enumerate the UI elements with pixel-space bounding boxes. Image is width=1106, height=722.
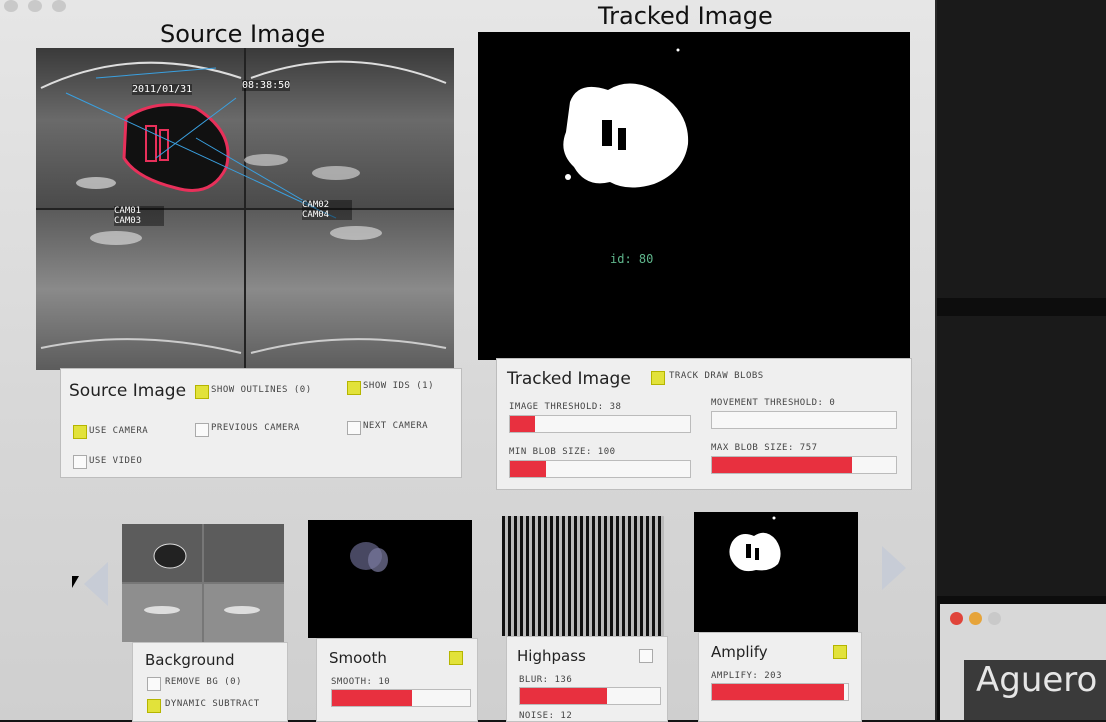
image-threshold-label: IMAGE THRESHOLD: 38 <box>509 402 622 412</box>
source-image-panel: Source Image SHOW OUTLINES (0) SHOW IDS … <box>60 368 462 478</box>
background-filter-thumbnail[interactable] <box>122 524 284 642</box>
track-draw-blobs-label: TRACK DRAW BLOBS <box>669 371 764 381</box>
slider-fill <box>520 688 607 704</box>
tracked-image-heading: Tracked Image <box>598 2 773 30</box>
slider-fill <box>712 457 852 473</box>
source-image-view[interactable]: 2011/01/31 08:38:50 CAM01 CAM03 CAM02 CA… <box>36 48 454 370</box>
slider-fill <box>332 690 413 706</box>
close-window-button[interactable] <box>4 0 18 12</box>
min-blob-size-slider[interactable] <box>509 460 691 478</box>
tracking-app-window: Source Image Tracked Image 2011/01/31 08… <box>0 0 937 722</box>
smooth-slider-label: SMOOTH: 10 <box>331 677 391 687</box>
min-blob-size-label: MIN BLOB SIZE: 100 <box>509 447 616 457</box>
previous-camera-checkbox[interactable] <box>195 423 209 437</box>
show-outlines-label: SHOW OUTLINES (0) <box>211 385 312 395</box>
background-window-top <box>937 0 1106 298</box>
use-camera-label: USE CAMERA <box>89 426 149 436</box>
show-outlines-checkbox[interactable] <box>195 385 209 399</box>
smooth-filter-card: Smooth SMOOTH: 10 <box>316 638 478 722</box>
next-camera-checkbox[interactable] <box>347 421 361 435</box>
use-camera-checkbox[interactable] <box>73 425 87 439</box>
background-preview <box>122 524 284 642</box>
background-window-middle <box>937 316 1106 596</box>
previous-camera-label: PREVIOUS CAMERA <box>211 423 300 433</box>
amplify-slider[interactable] <box>711 683 849 701</box>
tracked-panel-title: Tracked Image <box>507 369 631 389</box>
background-window-controls <box>950 612 1001 625</box>
use-video-checkbox[interactable] <box>73 455 87 469</box>
minimize-window-button[interactable] <box>28 0 42 12</box>
previous-filter-arrow-icon[interactable] <box>84 562 108 606</box>
blur-slider-label: BLUR: 136 <box>519 675 573 685</box>
movement-threshold-slider[interactable] <box>711 411 897 429</box>
slider-fill <box>712 684 844 700</box>
highpass-filter-card: Highpass BLUR: 136 NOISE: 12 <box>506 636 668 722</box>
highpass-enable-checkbox[interactable] <box>639 649 653 663</box>
slider-fill <box>510 461 546 477</box>
smooth-slider[interactable] <box>331 689 471 707</box>
background-window-bottom: Aguero <box>940 604 1106 720</box>
amplify-preview <box>729 516 781 572</box>
highpass-filter-thumbnail[interactable] <box>502 516 664 636</box>
background-filter-card: Background REMOVE BG (0) DYNAMIC SUBTRAC… <box>132 642 288 722</box>
next-camera-label: NEXT CAMERA <box>363 421 429 431</box>
smooth-enable-checkbox[interactable] <box>449 651 463 665</box>
bg-minimize-button[interactable] <box>969 612 982 625</box>
bg-close-button[interactable] <box>950 612 963 625</box>
source-image-heading: Source Image <box>160 20 326 48</box>
smooth-preview <box>350 542 388 572</box>
feed-time-label: 08:38:50 <box>242 80 291 91</box>
tracked-image-view[interactable]: id: 80 <box>478 32 910 360</box>
movement-threshold-label: MOVEMENT THRESHOLD: 0 <box>711 398 836 408</box>
image-threshold-slider[interactable] <box>509 415 691 433</box>
camera-quad-feed <box>36 48 454 370</box>
smooth-filter-name: Smooth <box>329 649 387 667</box>
amplify-filter-card: Amplify AMPLIFY: 203 <box>698 632 862 722</box>
feed-date-label: 2011/01/31 <box>132 84 193 95</box>
mouse-cursor-icon <box>72 576 79 588</box>
dynamic-subtract-checkbox[interactable] <box>147 699 161 713</box>
zoom-window-button[interactable] <box>52 0 66 12</box>
background-window-text: Aguero <box>964 660 1106 720</box>
highpass-filter-name: Highpass <box>517 647 586 665</box>
window-controls <box>4 0 66 12</box>
slider-fill <box>510 416 536 432</box>
amplify-filter-name: Amplify <box>711 643 768 661</box>
remove-bg-label: REMOVE BG (0) <box>165 677 242 687</box>
bg-zoom-button[interactable] <box>988 612 1001 625</box>
next-filter-arrow-icon[interactable] <box>882 546 906 590</box>
max-blob-size-slider[interactable] <box>711 456 897 474</box>
max-blob-size-label: MAX BLOB SIZE: 757 <box>711 443 818 453</box>
cam-label-left: CAM01 CAM03 <box>114 206 164 226</box>
source-panel-title: Source Image <box>69 381 187 401</box>
cam-label-right: CAM02 CAM04 <box>302 200 352 220</box>
show-ids-checkbox[interactable] <box>347 381 361 395</box>
dynamic-subtract-label: DYNAMIC SUBTRACT <box>165 699 260 709</box>
blob-id-label: id: 80 <box>610 252 654 266</box>
amplify-filter-thumbnail[interactable] <box>694 512 858 632</box>
tracked-blob-mask <box>563 48 689 188</box>
amplify-enable-checkbox[interactable] <box>833 645 847 659</box>
background-filter-name: Background <box>145 651 235 669</box>
track-draw-blobs-checkbox[interactable] <box>651 371 665 385</box>
tracked-image-panel: Tracked Image TRACK DRAW BLOBS IMAGE THR… <box>496 358 912 490</box>
smooth-filter-thumbnail[interactable] <box>308 520 472 638</box>
remove-bg-checkbox[interactable] <box>147 677 161 691</box>
amplify-slider-label: AMPLIFY: 203 <box>711 671 783 681</box>
use-video-label: USE VIDEO <box>89 456 143 466</box>
show-ids-label: SHOW IDS (1) <box>363 381 435 391</box>
blur-slider[interactable] <box>519 687 661 705</box>
